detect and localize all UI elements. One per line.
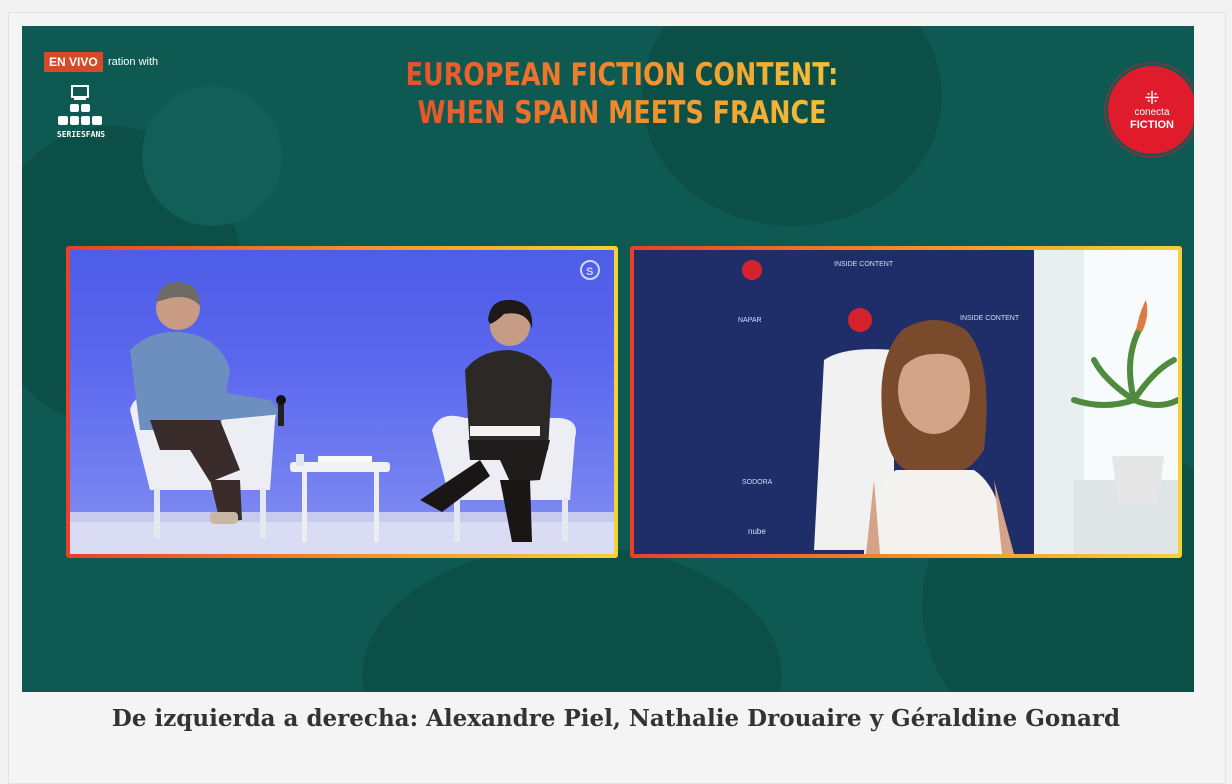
remote-speaker-scene: INSIDE CONTENT NAPAR INSIDE CONTENT SODO… <box>634 250 1178 554</box>
conecta-small-label: conecta <box>1134 106 1170 118</box>
svg-text:SODORA: SODORA <box>742 479 773 486</box>
event-title-line-2: WHEN SPAIN MEETS FRANCE <box>417 95 827 131</box>
svg-text:S: S <box>586 266 593 278</box>
svg-text:INSIDE CONTENT: INSIDE CONTENT <box>834 261 894 268</box>
image-caption: De izquierda a derecha: Alexandre Piel, … <box>111 705 1121 732</box>
right-video-tile[interactable]: INSIDE CONTENT NAPAR INSIDE CONTENT SODO… <box>634 250 1178 554</box>
svg-text:nube: nube <box>748 527 766 536</box>
conecta-big-label: FICTION <box>1130 118 1174 131</box>
bg-shape <box>362 546 782 692</box>
conecta-fiction-logo: ⁜ conecta FICTION <box>1108 66 1194 154</box>
event-title-line-1: EUROPEAN FICTION CONTENT: <box>405 57 839 93</box>
svg-text:INSIDE CONTENT: INSIDE CONTENT <box>960 315 1020 322</box>
panel-scene: S <box>70 260 614 554</box>
event-title: EUROPEAN FICTION CONTENT: WHEN SPAIN MEE… <box>376 56 868 132</box>
left-video-tile[interactable]: S <box>70 250 614 554</box>
collaboration-text: ration with <box>108 56 159 68</box>
conecta-glyph-icon: ⁜ <box>1144 87 1160 108</box>
seriesfans-label: SERIESFANS <box>56 130 106 139</box>
bg-shape <box>142 86 282 226</box>
live-stream-frame[interactable]: EN VIVO ration with SERIESFANS EUROPEAN … <box>22 26 1194 692</box>
svg-text:NAPAR: NAPAR <box>738 317 762 324</box>
live-badge: EN VIVO <box>44 52 103 72</box>
